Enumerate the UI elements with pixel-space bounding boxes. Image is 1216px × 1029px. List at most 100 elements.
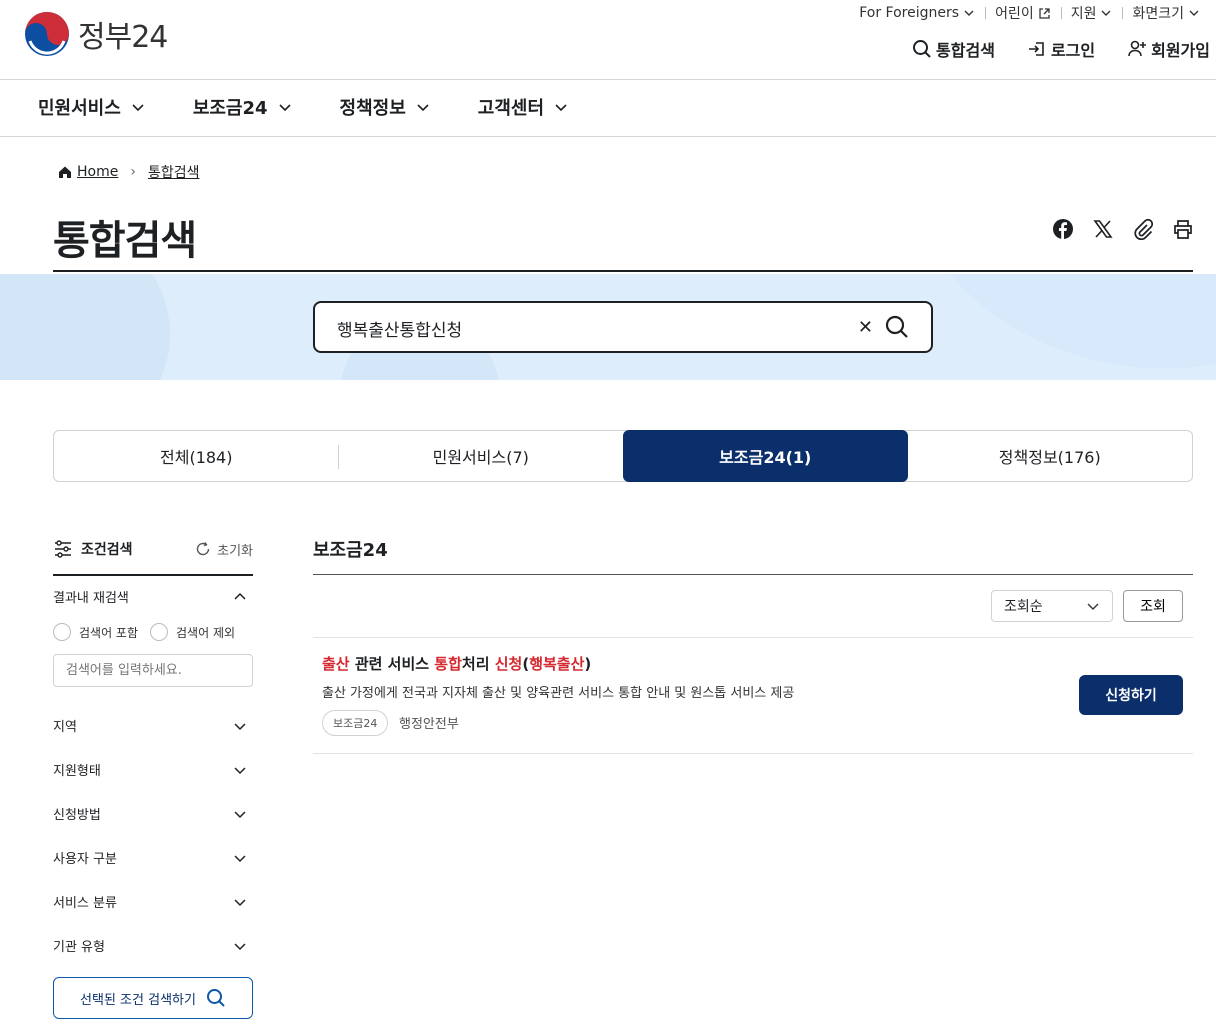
nav-item-minwon[interactable]: 민원서비스 [38, 94, 145, 120]
signup-label: 회원가입 [1151, 41, 1210, 60]
reset-button[interactable]: 초기화 [195, 540, 253, 559]
breadcrumb: Home › 통합검색 [58, 162, 199, 182]
filter-service-category[interactable]: 서비스 분류 [53, 892, 253, 911]
chevron-down-icon [555, 104, 567, 112]
tab-policy[interactable]: 정책정보(176) [908, 431, 1193, 481]
radio-circle [150, 623, 169, 641]
chevron-down-icon [234, 898, 246, 906]
nav-item-customer[interactable]: 고객센터 [478, 94, 568, 120]
chevron-down-icon [1087, 603, 1099, 610]
search-icon [913, 40, 931, 58]
apply-button[interactable]: 신청하기 [1079, 675, 1183, 715]
search-submit-icon[interactable] [885, 315, 909, 343]
title-highlight: 출산 [322, 655, 350, 673]
breadcrumb-home[interactable]: Home [77, 164, 118, 180]
chevron-up-icon [234, 592, 246, 600]
filter-search-button[interactable]: 선택된 조건 검색하기 [53, 977, 253, 1019]
util-screen-size[interactable]: 화면크기 [1122, 3, 1210, 23]
sort-select[interactable]: 조회순 [991, 590, 1113, 622]
row-divider [313, 637, 1193, 638]
x-twitter-icon[interactable] [1092, 218, 1114, 240]
tab-all[interactable]: 전체(184) [54, 431, 339, 481]
util-support-label: 지원 [1070, 6, 1097, 22]
nav-item-subsidy[interactable]: 보조금24 [193, 94, 292, 120]
radio-exclude-label: 검색어 제외 [176, 625, 236, 640]
signup-button[interactable]: 회원가입 [1127, 37, 1210, 61]
nav-item-label: 고객센터 [477, 98, 545, 119]
nav-item-policy[interactable]: 정책정보 [340, 94, 430, 120]
breadcrumb-current[interactable]: 통합검색 [148, 162, 200, 182]
filter-region[interactable]: 지역 [53, 716, 253, 735]
research-options: 검색어 포함 검색어 제외 [53, 623, 247, 641]
search-input[interactable] [337, 315, 837, 341]
tab-subsidy[interactable]: 보조금24(1) [623, 430, 908, 482]
filter-label: 지원형태 [53, 764, 101, 779]
taegeuk-logo-icon [25, 12, 69, 56]
filter-apply-method[interactable]: 신청방법 [53, 804, 253, 823]
result-title-link[interactable]: 출산 관련 서비스 통합처리 신청(행복출산) [322, 653, 591, 674]
facebook-icon[interactable] [1052, 218, 1074, 240]
title-highlight: 행복출산 [529, 655, 585, 673]
nav-item-label: 보조금24 [192, 98, 268, 119]
util-kids[interactable]: 어린이 [985, 3, 1061, 23]
login-icon [1028, 42, 1044, 56]
radio-circle [53, 623, 71, 641]
main-nav: 민원서비스 보조금24 정책정보 고객센터 [38, 94, 616, 120]
util-foreigners[interactable]: For Foreigners [849, 5, 985, 21]
sort-value: 조회순 [1004, 599, 1043, 615]
reset-label: 초기화 [217, 543, 253, 559]
title-text: 처리 [461, 655, 495, 673]
filter-support-type[interactable]: 지원형태 [53, 760, 253, 779]
home-icon [59, 166, 71, 178]
query-button[interactable]: 조회 [1123, 590, 1183, 622]
nav-item-label: 민원서비스 [38, 98, 121, 119]
chevron-right-icon: › [130, 164, 136, 180]
tab-minwon[interactable]: 민원서비스(7) [339, 431, 624, 481]
filter-title: 조건검색 [53, 539, 133, 559]
filter-label: 지역 [53, 720, 77, 735]
refresh-icon [196, 542, 210, 556]
radio-exclude[interactable]: 검색어 제외 [150, 623, 235, 641]
chevron-down-icon [234, 766, 246, 774]
result-org: 행정안전부 [399, 717, 459, 732]
utility-menu: For Foreigners 어린이 지원 화면크기 [849, 3, 1210, 23]
filter-search-label: 선택된 조건 검색하기 [80, 992, 196, 1008]
nav-divider [0, 136, 1216, 137]
title-divider [53, 270, 1193, 272]
link-clip-icon[interactable] [1132, 218, 1154, 241]
results-section-title: 보조금24 [313, 540, 388, 561]
logo[interactable]: 정부24 [24, 11, 168, 57]
filter-label: 기관 유형 [53, 940, 105, 955]
filter-agency-type[interactable]: 기관 유형 [53, 936, 253, 955]
chevron-down-icon [234, 722, 246, 730]
header-divider [0, 79, 1216, 80]
chevron-down-icon [417, 104, 429, 112]
util-support[interactable]: 지원 [1060, 3, 1123, 23]
chevron-down-icon [132, 104, 144, 112]
result-tag: 보조금24 [322, 710, 389, 736]
page-title: 통합검색 [53, 218, 197, 264]
filter-user-type[interactable]: 사용자 구분 [53, 848, 253, 867]
title-text: ) [584, 655, 592, 673]
search-icon [206, 989, 225, 1007]
research-toggle[interactable]: 결과내 재검색 [53, 587, 253, 606]
util-screen-size-label: 화면크기 [1132, 6, 1184, 22]
share-tools [1034, 218, 1194, 241]
radio-include[interactable]: 검색어 포함 [53, 623, 138, 641]
clear-icon[interactable]: ✕ [858, 317, 873, 338]
result-tabs: 전체(184) 민원서비스(7) 보조금24(1) 정책정보(176) [53, 430, 1193, 482]
filter-label: 사용자 구분 [53, 852, 117, 867]
logo-text: 정부24 [78, 20, 168, 55]
chevron-down-icon [234, 810, 246, 818]
research-input[interactable] [53, 654, 253, 687]
chevron-down-icon [1189, 10, 1199, 16]
search-box: ✕ [313, 301, 933, 353]
nav-item-label: 정책정보 [339, 98, 406, 119]
title-text: 관련 서비스 [349, 655, 435, 673]
util-kids-label: 어린이 [995, 6, 1034, 22]
print-icon[interactable] [1172, 218, 1194, 240]
header-search-button[interactable]: 통합검색 [912, 37, 995, 61]
chevron-down-icon [1101, 10, 1111, 16]
login-button[interactable]: 로그인 [1027, 37, 1095, 61]
chevron-down-icon [964, 10, 974, 16]
